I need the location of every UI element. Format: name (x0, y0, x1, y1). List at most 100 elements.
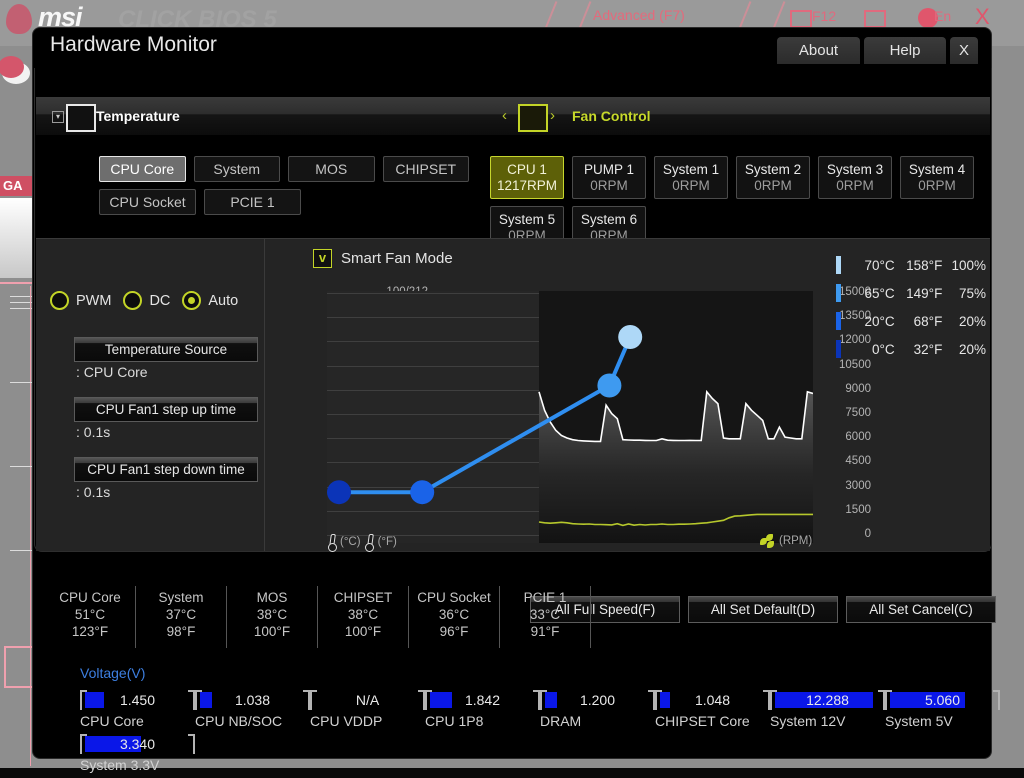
voltage-item-dram: 1.200 DRAM (540, 690, 655, 734)
voltage-gauge: 1.842 (425, 690, 540, 710)
fan-button-system-1[interactable]: System 1 0RPM (654, 156, 728, 199)
fan-rpm: 0RPM (590, 177, 628, 193)
temperature-readout-strip: CPU Core 51°C 123°F System 37°C 98°F MOS 38°C 10… (45, 586, 980, 648)
radio-auto-label[interactable]: Auto (208, 293, 238, 309)
voltage-section-title: Voltage(V) (80, 665, 146, 681)
fan-curve-point-2[interactable] (597, 373, 622, 398)
fan-button-system-4[interactable]: System 4 0RPM (900, 156, 974, 199)
y-axis-right-tick: 9000 (845, 383, 871, 395)
temp-source-system[interactable]: System (193, 156, 280, 182)
fan-curve-point-1[interactable] (410, 480, 435, 505)
curve-point-fahrenheit: 68°F (913, 313, 943, 329)
voltage-label: System 5V (885, 713, 953, 729)
voltage-item-cpu-core: 1.450 CPU Core (80, 690, 195, 734)
fan-name: System 5 (498, 211, 556, 227)
radio-pwm-label[interactable]: PWM (76, 293, 111, 309)
collapse-icon[interactable]: ▾ (52, 111, 64, 123)
voltage-gauge: 1.450 (80, 690, 195, 710)
temp-readout-celsius: 36°C (438, 607, 470, 622)
temp-readout-cpu-socket: CPU Socket 36°C 96°F (409, 586, 500, 648)
voltage-gauge: 5.060 (885, 690, 1000, 710)
curve-point-color-swatch (836, 284, 841, 302)
curve-point-fahrenheit: 32°F (913, 341, 943, 357)
chevron-left-icon[interactable]: ‹ (502, 107, 507, 124)
step-up-time-button[interactable]: CPU Fan1 step up time (74, 397, 258, 422)
hardware-monitor-window: Hardware Monitor About Help X ▾ Temperat… (33, 28, 1000, 773)
step-down-time-button[interactable]: CPU Fan1 step down time (74, 457, 258, 482)
fan-button-pump-1[interactable]: PUMP 1 0RPM (572, 156, 646, 199)
fan-curve-plot[interactable] (327, 291, 813, 543)
y-axis-right-tick: 7500 (845, 407, 871, 419)
help-button[interactable]: Help (864, 37, 946, 64)
curve-point-duty: 20% (958, 313, 987, 329)
temp-source-cpu-socket[interactable]: CPU Socket (99, 189, 196, 215)
voltage-value: 1.048 (694, 692, 731, 708)
fan-curve-point-0[interactable] (327, 480, 351, 505)
fan-name: System 2 (744, 161, 802, 177)
fan-button-system-3[interactable]: System 3 0RPM (818, 156, 892, 199)
voltage-item-cpu-nb-soc: 1.038 CPU NB/SOC (195, 690, 310, 734)
y-axis-right-tick: 0 (864, 528, 871, 540)
voltage-label: System 3.3V (80, 757, 160, 773)
temp-readout-fahrenheit: 96°F (439, 624, 469, 639)
fan-graph-icon (518, 104, 548, 132)
decorative-circle-inner (0, 56, 24, 78)
temp-readout-pcie-1: PCIE 1 33°C 91°F (500, 586, 591, 648)
temp-readout-name: PCIE 1 (523, 590, 567, 605)
curve-point-row[interactable]: 65°C 149°F 75% (836, 279, 986, 307)
fan-rpm: 0RPM (836, 177, 874, 193)
chevron-right-icon[interactable]: › (550, 107, 555, 124)
thermometer-icon (327, 534, 337, 552)
voltage-item-system-12v: 12.288 System 12V (770, 690, 885, 734)
temp-source-mos[interactable]: MOS (288, 156, 375, 182)
game-boost-badge[interactable]: GA (0, 176, 34, 196)
temp-readout-name: System (158, 590, 204, 605)
radio-dc-label[interactable]: DC (149, 293, 170, 309)
temp-source-row-1: CPU Core System MOS CHIPSET (99, 156, 469, 182)
smart-fan-mode-row: v Smart Fan Mode (313, 249, 453, 268)
fan-rpm: 0RPM (918, 177, 956, 193)
radio-pwm[interactable] (50, 291, 69, 310)
curve-point-duty: 100% (951, 257, 987, 273)
bios-close-icon[interactable]: X (975, 4, 990, 30)
screenshot-icon[interactable] (790, 10, 812, 28)
curve-point-row[interactable]: 20°C 68°F 20% (836, 307, 986, 335)
temp-readout-fahrenheit: 98°F (166, 624, 196, 639)
about-button[interactable]: About (777, 37, 860, 64)
fan-rpm: 1217RPM (496, 177, 558, 193)
voltage-value: 1.200 (579, 692, 616, 708)
close-button[interactable]: X (950, 37, 978, 64)
fan-curve-point-3[interactable] (618, 325, 643, 349)
favorites-icon[interactable] (864, 10, 886, 28)
smart-fan-mode-checkbox[interactable]: v (313, 249, 332, 268)
temp-source-pcie-1[interactable]: PCIE 1 (204, 189, 301, 215)
temp-readout-celsius: 38°C (347, 607, 379, 622)
temp-readout-celsius: 51°C (74, 607, 106, 622)
voltage-value: 1.842 (464, 692, 501, 708)
curve-point-row[interactable]: 70°C 158°F 100% (836, 251, 986, 279)
temp-source-chipset[interactable]: CHIPSET (382, 156, 469, 182)
fan-name: System 1 (662, 161, 720, 177)
temp-source-cpu-core[interactable]: CPU Core (99, 156, 186, 182)
msi-shield-icon (6, 4, 32, 34)
fan-mode-radio-group: PWM DC Auto (50, 291, 243, 310)
fan-curve-svg[interactable] (327, 291, 813, 543)
curve-point-row[interactable]: 0°C 32°F 20% (836, 335, 986, 363)
radio-auto[interactable] (182, 291, 202, 310)
fan-button-system-2[interactable]: System 2 0RPM (736, 156, 810, 199)
radio-dc[interactable] (123, 291, 143, 310)
fan-control-section-header: ‹ › Fan Control (470, 97, 990, 135)
fan-icon (760, 534, 775, 548)
voltage-gauge: 1.200 (540, 690, 655, 710)
voltage-label: CPU NB/SOC (195, 713, 283, 729)
fan-button-cpu-1[interactable]: CPU 1 1217RPM (490, 156, 564, 199)
divider (10, 382, 34, 383)
step-down-time-value: : 0.1s (76, 484, 111, 500)
advanced-mode-label[interactable]: Advanced (F7) (593, 7, 685, 23)
voltage-gauge: 1.048 (655, 690, 770, 710)
voltage-gauge: 3.340 (80, 734, 195, 754)
temperature-source-button[interactable]: Temperature Source (74, 337, 258, 362)
temp-readout-fahrenheit: 123°F (71, 624, 109, 639)
voltage-value: 1.450 (119, 692, 156, 708)
fan-rpm: 0RPM (754, 177, 792, 193)
